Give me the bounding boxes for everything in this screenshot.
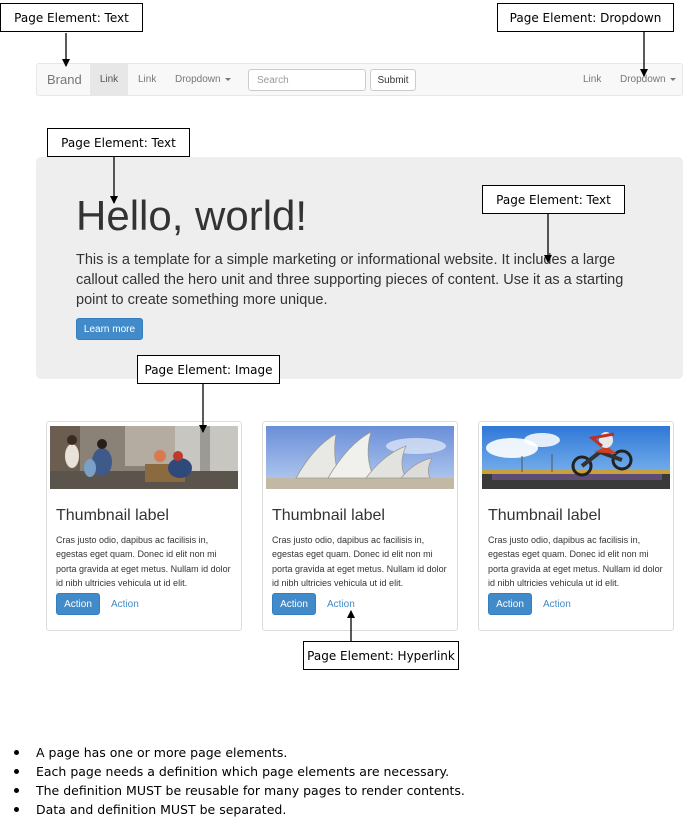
learn-more-button[interactable]: Learn more <box>76 318 143 340</box>
callout-hero-text: Page Element: Text <box>482 185 625 214</box>
thumbnail-card: Thumbnail label Cras justo odio, dapibus… <box>478 421 674 631</box>
thumbnail-image-motocross <box>482 426 670 489</box>
thumbnail-card: Thumbnail label Cras justo odio, dapibus… <box>46 421 242 631</box>
callout-dropdown: Page Element: Dropdown <box>497 3 674 32</box>
thumbnail-image-street <box>50 426 238 489</box>
list-item: Each page needs a definition which page … <box>0 762 465 781</box>
nav-dropdown-label: Dropdown <box>175 74 221 85</box>
list-item: A page has one or more page elements. <box>0 743 465 762</box>
thumbnail-image-opera-house <box>266 426 454 489</box>
callout-hero-title: Page Element: Text <box>47 128 190 157</box>
callout-arrows <box>62 32 648 641</box>
navbar-brand[interactable]: Brand <box>47 64 82 95</box>
list-item: The definition MUST be reusable for many… <box>0 781 465 800</box>
thumbnail-text: Cras justo odio, dapibus ac facilisis in… <box>488 535 663 588</box>
callout-image: Page Element: Image <box>137 355 280 384</box>
nav-link-active[interactable]: Link <box>90 64 128 95</box>
caret-down-icon <box>224 78 231 81</box>
nav-right-dropdown-label: Dropdown <box>620 74 666 85</box>
action-link[interactable]: Action <box>111 599 139 610</box>
nav-link[interactable]: Link <box>138 64 156 95</box>
thumbnail-title: Thumbnail label <box>272 507 385 524</box>
action-link[interactable]: Action <box>327 599 355 610</box>
action-button[interactable]: Action <box>56 593 100 615</box>
thumbnail-text: Cras justo odio, dapibus ac facilisis in… <box>56 535 231 588</box>
thumbnail-title: Thumbnail label <box>56 507 169 524</box>
submit-button[interactable]: Submit <box>370 69 416 91</box>
search-input[interactable]: Search <box>248 69 366 91</box>
hero-title: Hello, world! <box>76 192 308 239</box>
nav-dropdown[interactable]: Dropdown <box>175 64 231 95</box>
requirements-list: A page has one or more page elements. Ea… <box>0 743 465 819</box>
action-button[interactable]: Action <box>272 593 316 615</box>
nav-right-link[interactable]: Link <box>583 64 601 95</box>
callout-brand-text: Page Element: Text <box>0 3 143 32</box>
action-link[interactable]: Action <box>543 599 571 610</box>
list-item: Data and definition MUST be separated. <box>0 800 465 819</box>
thumbnail-card: Thumbnail label Cras justo odio, dapibus… <box>262 421 458 631</box>
callout-hyperlink: Page Element: Hyperlink <box>303 641 459 670</box>
nav-right-dropdown[interactable]: Dropdown <box>620 64 676 95</box>
thumbnail-title: Thumbnail label <box>488 507 601 524</box>
action-button[interactable]: Action <box>488 593 532 615</box>
navbar: Brand Link Link Dropdown Search Submit L… <box>36 63 683 96</box>
caret-down-icon <box>669 78 676 81</box>
hero-text: This is a template for a simple marketin… <box>76 252 624 308</box>
thumbnail-text: Cras justo odio, dapibus ac facilisis in… <box>272 535 447 588</box>
